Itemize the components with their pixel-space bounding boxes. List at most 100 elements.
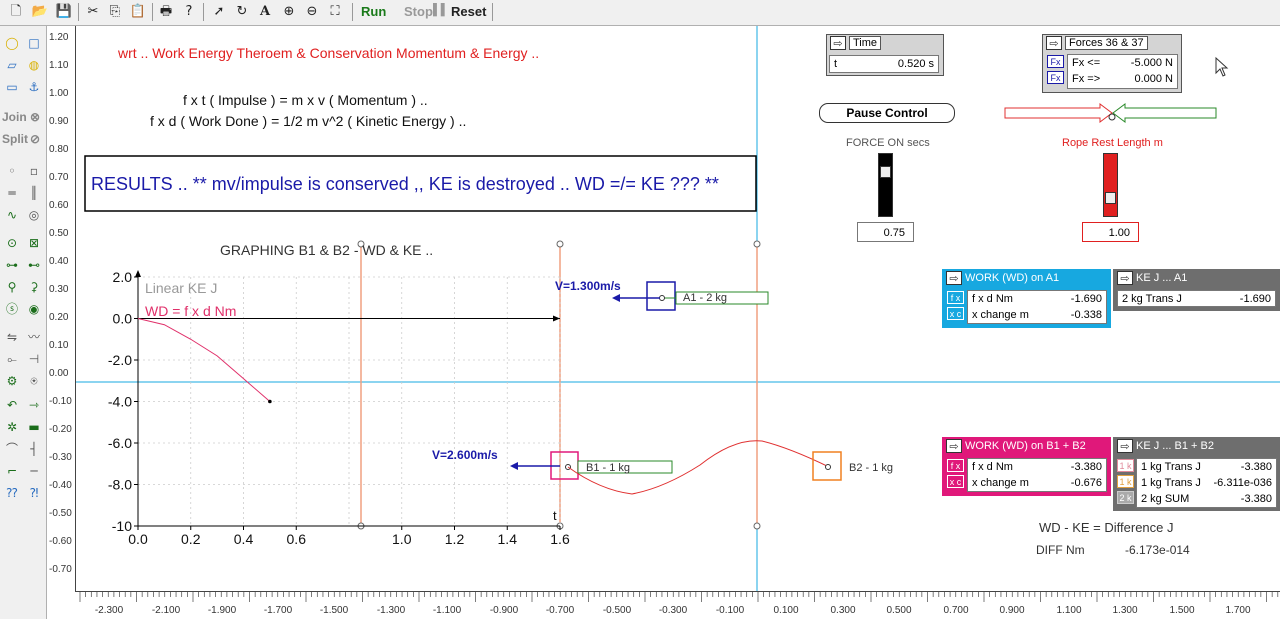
linear-actuator-icon[interactable]: ⊣ xyxy=(24,350,44,368)
separator-line-icon[interactable]: ⌒ xyxy=(2,440,22,458)
help-tool-icon[interactable]: ⁇ xyxy=(2,484,22,502)
pause-control-button[interactable]: Pause Control xyxy=(819,103,955,123)
ruler-label: 1.00 xyxy=(49,88,69,99)
gear-icon[interactable]: ✲ xyxy=(2,418,22,436)
pointer-icon[interactable]: ➚ xyxy=(208,2,230,22)
motor-icon[interactable]: ⚙ xyxy=(2,372,22,390)
y-tick-label: -2.0 xyxy=(108,352,132,368)
x-tick-label: 1.2 xyxy=(445,531,465,547)
rotate-icon[interactable]: ↻ xyxy=(231,2,253,22)
separator-icon[interactable]: ⇋ xyxy=(2,328,22,346)
ke-b1-value: -3.380 xyxy=(1240,461,1272,473)
diff-title: WD - KE = Difference J xyxy=(1039,520,1174,535)
work-a1-fd-label: f x d Nm xyxy=(972,293,1013,305)
body-a1 xyxy=(646,281,676,311)
cut-icon[interactable]: ✂ xyxy=(82,2,104,22)
vertical-slot-icon[interactable]: ║ xyxy=(24,184,44,202)
work-a1-header: ⇨ WORK (WD) on A1 xyxy=(943,270,1110,287)
pulley-icon[interactable]: ◉ xyxy=(24,300,44,318)
rectangle-tool-icon[interactable]: □ xyxy=(24,34,44,52)
anchor-icon[interactable]: ⚓ xyxy=(24,78,44,96)
new-file-icon[interactable]: 🗋 xyxy=(5,2,27,22)
force-arrow-left xyxy=(1112,103,1217,123)
zoom-out-icon[interactable]: ⊖ xyxy=(301,2,323,22)
rigid-joint-icon[interactable]: ⊠ xyxy=(24,234,44,252)
join-button[interactable]: Join xyxy=(2,110,27,124)
polygon-tool-icon[interactable]: ▱ xyxy=(2,56,22,74)
force-arrow-right xyxy=(1004,103,1113,123)
ruler-label: 0.70 xyxy=(49,172,69,183)
time-panel[interactable]: ⇨ Time t 0.520 s xyxy=(826,34,944,76)
arrow-right-icon[interactable]: ⇨ xyxy=(946,439,962,453)
reset-button[interactable]: Reset xyxy=(451,4,486,19)
arrow-right-icon[interactable]: ⇨ xyxy=(1117,271,1133,285)
square-point-icon[interactable]: ▫ xyxy=(24,162,44,180)
rope-length-value[interactable]: 1.00 xyxy=(1082,222,1139,242)
spring-icon[interactable]: ⊶ xyxy=(2,256,22,274)
arrow-right-icon[interactable]: ⇨ xyxy=(946,271,962,285)
circle-slot-icon[interactable]: ◎ xyxy=(24,206,44,224)
x-tick-label: 1.0 xyxy=(392,531,412,547)
b2-center xyxy=(825,464,831,470)
zoom-fit-icon[interactable]: ⛶ xyxy=(324,2,346,22)
rope-icon[interactable]: ⓢ xyxy=(2,300,22,318)
belt-icon[interactable]: ▬ xyxy=(24,418,44,436)
joint-constraint-icon[interactable]: ⌐ xyxy=(2,462,22,480)
time-panel-header: ⇨ Time xyxy=(827,35,943,52)
damper-icon[interactable]: ⊷ xyxy=(24,256,44,274)
arrow-right-icon[interactable]: ⇨ xyxy=(830,36,846,50)
help-icon[interactable]: ? xyxy=(178,2,200,22)
separator-short-icon[interactable]: ┤ xyxy=(24,440,44,458)
fx-tag: Fx xyxy=(1047,55,1064,68)
force-on-slider[interactable] xyxy=(878,153,893,217)
split-button[interactable]: Split xyxy=(2,132,28,146)
curved-body-icon[interactable]: ◍ xyxy=(24,56,44,74)
help-tool-2-icon[interactable]: ⁈ xyxy=(24,484,44,502)
line-constraint-icon[interactable]: ─ xyxy=(24,462,44,480)
pin-joint-icon[interactable]: ⊙ xyxy=(2,234,22,252)
ruler-label: 0.700 xyxy=(943,605,969,616)
separator xyxy=(203,3,204,21)
point-element-icon[interactable]: ◦ xyxy=(2,162,22,180)
box-tool-icon[interactable]: ▭ xyxy=(2,78,22,96)
work-b-panel[interactable]: ⇨ WORK (WD) on B1 + B2 f x x c f x d Nm -… xyxy=(942,437,1111,496)
force-on-value[interactable]: 0.75 xyxy=(857,222,914,242)
horizontal-slot-icon[interactable]: ═ xyxy=(2,184,22,202)
run-button[interactable]: Run xyxy=(361,4,386,19)
curved-slot-icon[interactable]: ∿ xyxy=(2,206,22,224)
text-tool-icon[interactable]: A xyxy=(254,2,276,22)
separator xyxy=(78,3,79,21)
time-label: t xyxy=(834,58,838,70)
b1-center xyxy=(565,464,571,470)
paste-icon[interactable]: 📋 xyxy=(127,2,149,22)
save-icon[interactable]: 💾 xyxy=(53,2,75,22)
forces-panel[interactable]: ⇨ Forces 36 & 37 Fx Fx Fx <= -5.000 N Fx … xyxy=(1042,34,1182,93)
fx-tag: f x xyxy=(947,291,964,304)
wave-icon[interactable]: 〰 xyxy=(24,328,44,346)
print-icon[interactable]: 🖶 xyxy=(155,2,177,22)
zoom-in-icon[interactable]: ⊕ xyxy=(278,2,300,22)
rope-length-slider[interactable] xyxy=(1103,153,1118,217)
arrow-right-icon[interactable]: ⇨ xyxy=(1046,36,1062,50)
actuator-icon[interactable]: ⟜ xyxy=(2,350,22,368)
ke-b-panel[interactable]: ⇨ KE J ... B1 + B2 1 k 1 k 2 k 1 kg Tran… xyxy=(1113,437,1280,511)
ruler-label: 0.300 xyxy=(830,605,856,616)
force-on-slider-thumb[interactable] xyxy=(880,166,891,178)
rotational-damper-icon[interactable]: ⚳ xyxy=(24,278,44,296)
ke-b-header: ⇨ KE J ... B1 + B2 xyxy=(1114,438,1280,455)
arrow-right-icon[interactable]: ⇨ xyxy=(1117,439,1133,453)
stop-button[interactable]: Stop xyxy=(404,4,433,19)
torque-icon[interactable]: ↶ xyxy=(2,396,22,414)
circle-tool-icon[interactable]: ◯ xyxy=(2,34,22,52)
rope-length-slider-thumb[interactable] xyxy=(1105,192,1116,204)
open-folder-icon[interactable]: 📂 xyxy=(29,2,51,22)
rotational-spring-icon[interactable]: ⚲ xyxy=(2,278,22,296)
ke-a1-panel[interactable]: ⇨ KE J ... A1 2 kg Trans J -1.690 xyxy=(1113,269,1280,311)
force-icon[interactable]: ⇾ xyxy=(24,396,44,414)
ke-a1-label: 2 kg Trans J xyxy=(1122,293,1182,305)
work-a1-panel[interactable]: ⇨ WORK (WD) on A1 f x x c f x d Nm -1.690… xyxy=(942,269,1111,328)
linear-motor-icon[interactable]: ⍟ xyxy=(24,372,44,390)
copy-icon[interactable]: ⎘ xyxy=(104,2,126,22)
ruler-label: -0.10 xyxy=(49,396,72,407)
x-tick-label: 0.2 xyxy=(181,531,201,547)
